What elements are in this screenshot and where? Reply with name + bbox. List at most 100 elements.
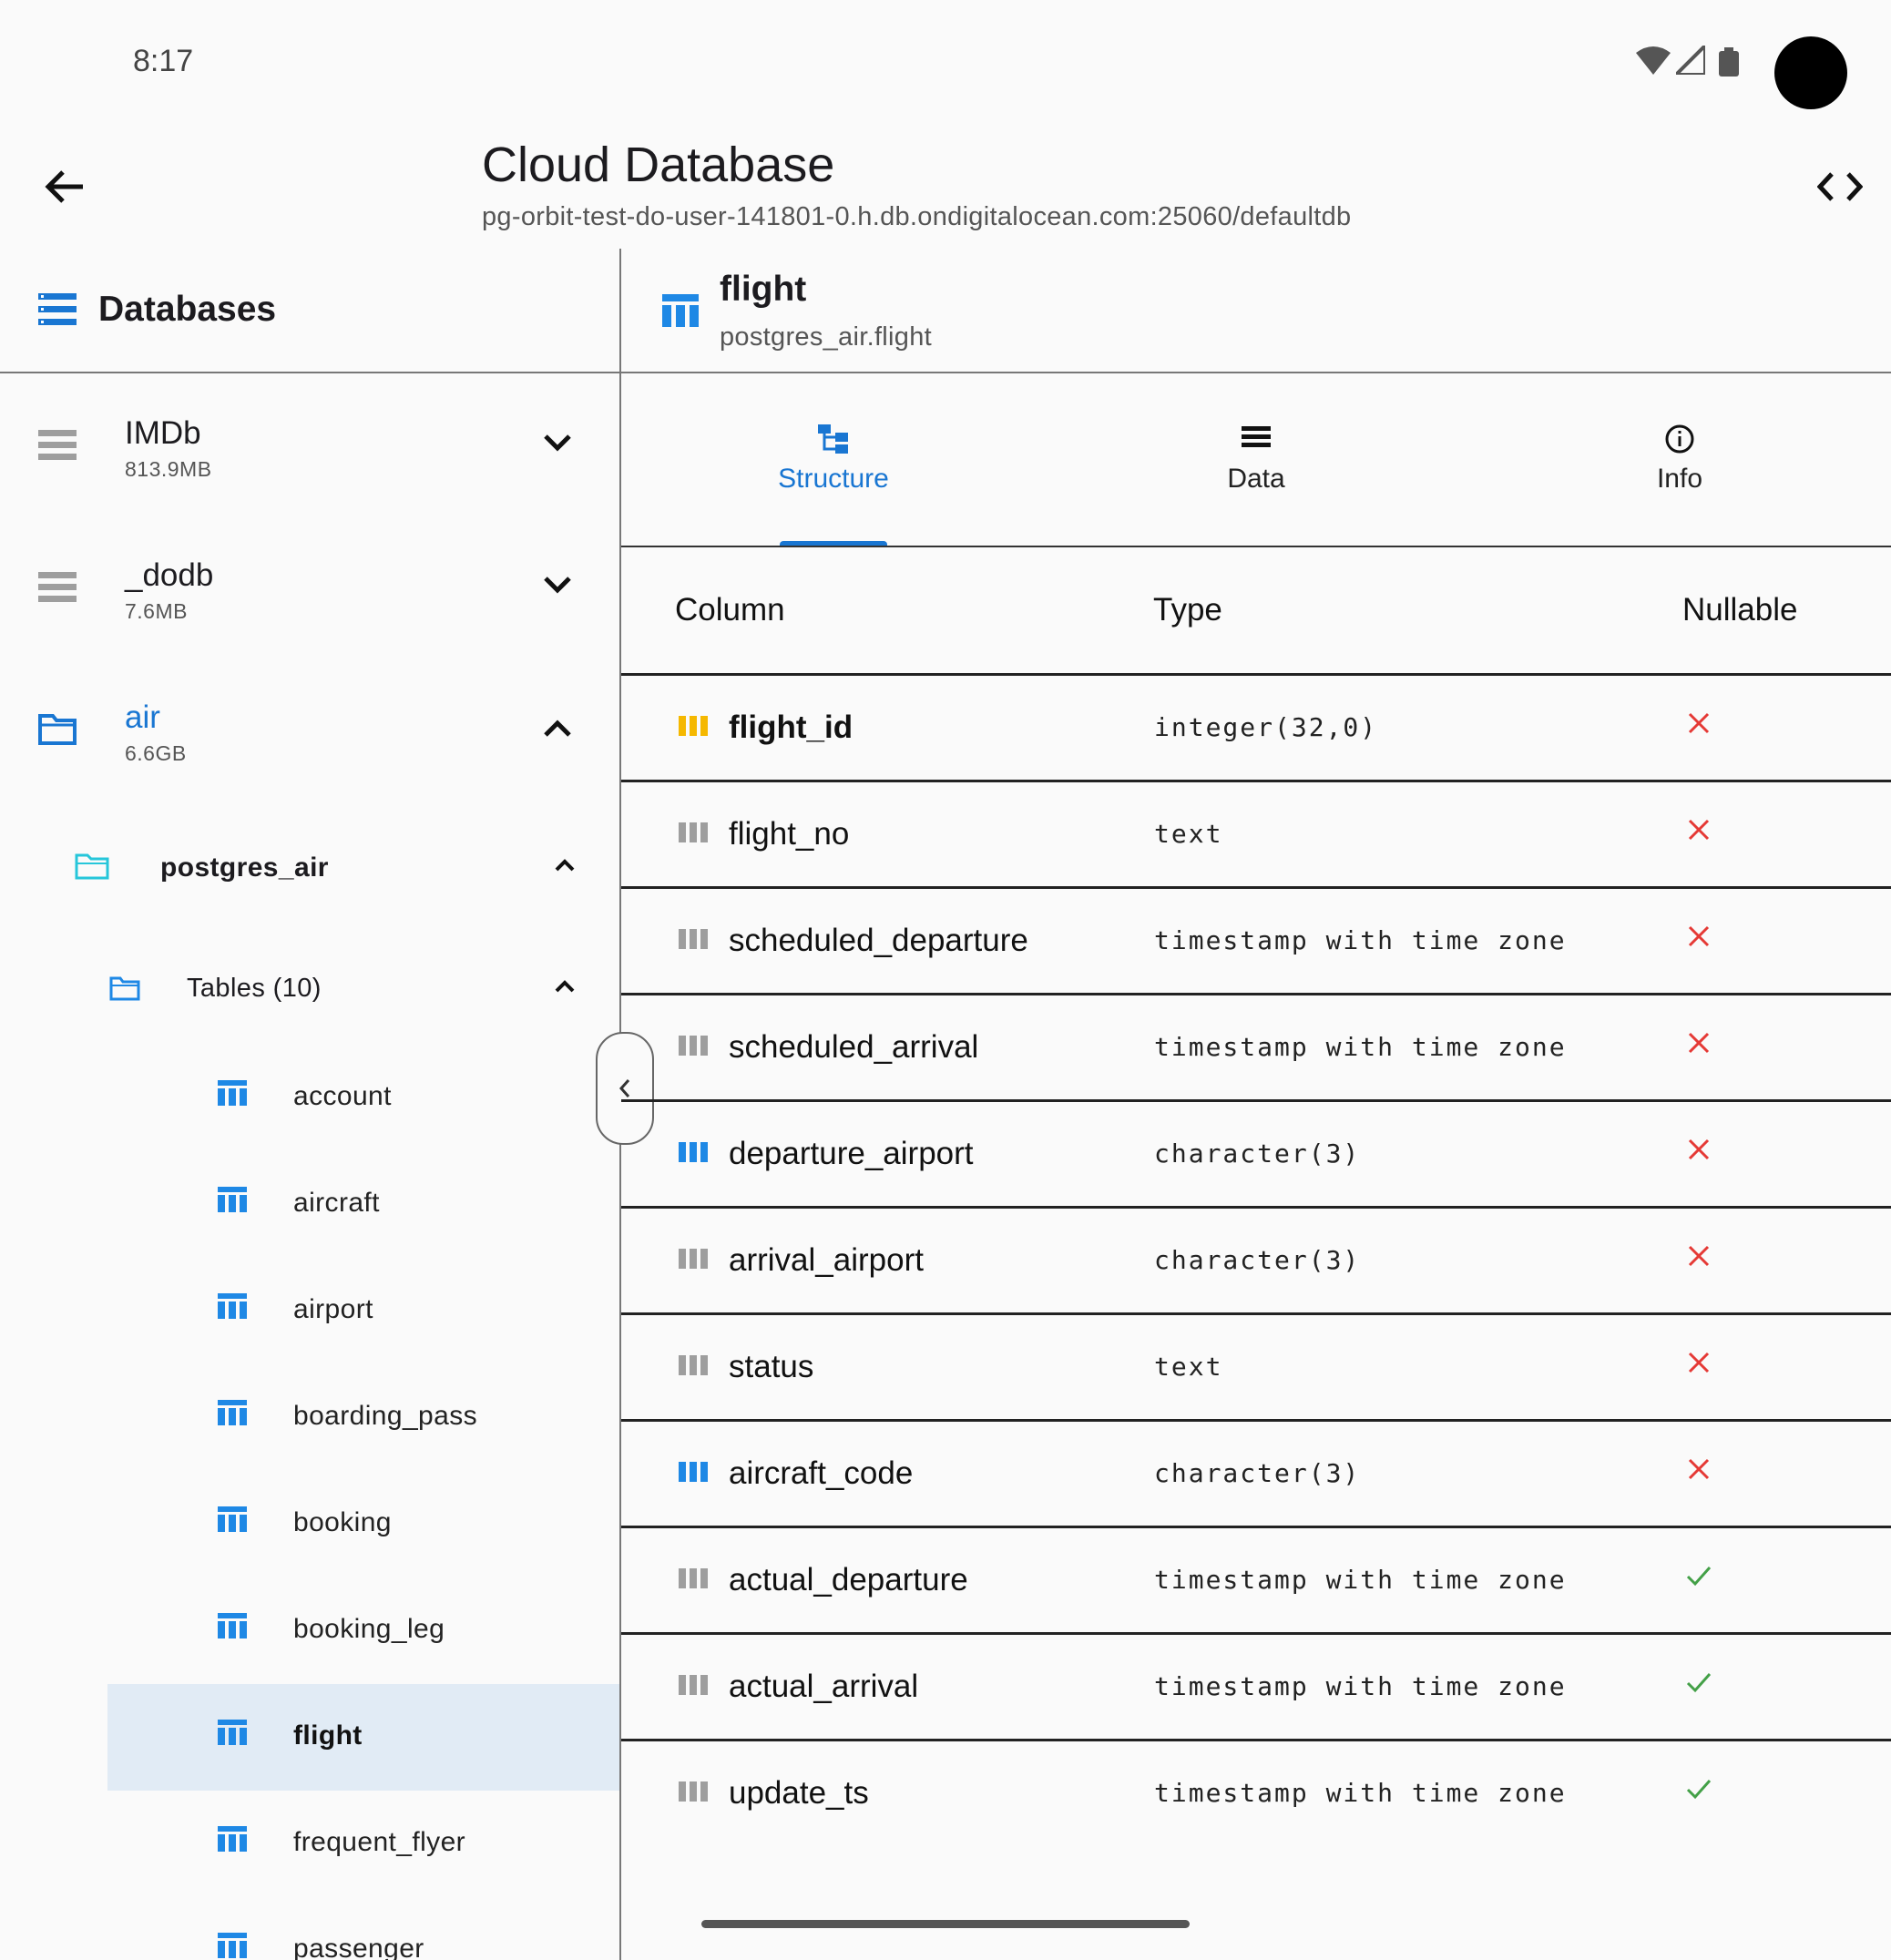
table-item-aircraft[interactable]: aircraft bbox=[107, 1151, 619, 1258]
code-icon bbox=[1817, 172, 1863, 201]
column-icon bbox=[679, 822, 708, 847]
table-row[interactable]: flight_no text bbox=[621, 780, 1891, 886]
table-item-account[interactable]: account bbox=[107, 1045, 619, 1151]
table-item-frequent-flyer[interactable]: frequent_flyer bbox=[107, 1791, 619, 1897]
structure-icon bbox=[697, 424, 970, 454]
tables-group-label: Tables (10) bbox=[187, 974, 322, 1003]
scrollbar[interactable] bbox=[701, 1920, 1190, 1928]
tables-group[interactable]: Tables (10) bbox=[91, 943, 619, 1034]
table-row[interactable]: aircraft_code character(3) bbox=[621, 1419, 1891, 1526]
table-row[interactable]: flight_id integer(32,0) bbox=[621, 673, 1891, 780]
column-type: character(3) bbox=[1154, 1458, 1361, 1488]
database-item-air[interactable]: air 6.6GB bbox=[0, 676, 619, 785]
table-row[interactable]: departure_airport character(3) bbox=[621, 1099, 1891, 1206]
signal-icon bbox=[1671, 41, 1707, 79]
table-icon bbox=[217, 1506, 248, 1537]
chevron-up-icon[interactable] bbox=[543, 718, 572, 742]
schema-item-postgres-air[interactable]: postgres_air bbox=[55, 820, 619, 911]
column-name: flight_no bbox=[729, 816, 850, 852]
tab-info[interactable]: Info bbox=[1543, 424, 1816, 542]
row-divider bbox=[621, 1526, 1891, 1528]
close-icon bbox=[1685, 1136, 1712, 1168]
check-icon bbox=[1685, 1669, 1712, 1700]
back-button[interactable] bbox=[33, 155, 97, 219]
table-row[interactable]: scheduled_arrival timestamp with time zon… bbox=[621, 993, 1891, 1099]
column-icon bbox=[679, 1249, 708, 1273]
row-divider bbox=[621, 1419, 1891, 1422]
tab-label: Data bbox=[1227, 464, 1285, 494]
arrow-back-icon bbox=[45, 170, 83, 203]
database-item-dodb[interactable]: _dodb 7.6MB bbox=[0, 534, 619, 643]
folder-open-icon bbox=[38, 712, 77, 750]
table-icon bbox=[217, 1612, 248, 1644]
database-item-imdb[interactable]: IMDb 813.9MB bbox=[0, 392, 619, 501]
column-name: scheduled_arrival bbox=[729, 1029, 979, 1065]
table-icon bbox=[217, 1079, 248, 1111]
divider bbox=[621, 372, 1891, 373]
column-icon bbox=[679, 1355, 708, 1380]
table-row[interactable]: update_ts timestamp with time zone bbox=[621, 1739, 1891, 1845]
row-divider bbox=[621, 993, 1891, 995]
table-item-passenger[interactable]: passenger bbox=[107, 1897, 619, 1960]
column-icon bbox=[679, 1675, 708, 1700]
tab-data[interactable]: Data bbox=[1119, 424, 1393, 542]
column-icon bbox=[679, 929, 708, 954]
folder-icon bbox=[109, 975, 140, 1006]
table-name: boarding_pass bbox=[293, 1401, 478, 1431]
chevron-up-icon[interactable] bbox=[554, 979, 576, 998]
table-icon bbox=[217, 1186, 248, 1218]
row-divider bbox=[621, 1632, 1891, 1635]
chevron-up-icon[interactable] bbox=[554, 858, 576, 877]
column-name: status bbox=[729, 1349, 814, 1384]
close-icon bbox=[1685, 1242, 1712, 1274]
table-row[interactable]: scheduled_departure timestamp with time z… bbox=[621, 886, 1891, 993]
table-item-booking[interactable]: booking bbox=[107, 1471, 619, 1577]
column-type: timestamp with time zone bbox=[1154, 925, 1567, 955]
column-type: timestamp with time zone bbox=[1154, 1778, 1567, 1808]
table-item-airport[interactable]: airport bbox=[107, 1258, 619, 1364]
column-header-column: Column bbox=[675, 592, 785, 628]
primary-key-column-icon bbox=[679, 716, 708, 740]
table-row[interactable]: actual_departure timestamp with time zone bbox=[621, 1526, 1891, 1632]
row-divider bbox=[621, 1206, 1891, 1209]
sql-editor-button[interactable] bbox=[1808, 155, 1872, 219]
column-type: text bbox=[1154, 819, 1223, 849]
row-divider bbox=[621, 673, 1891, 676]
chevron-down-icon[interactable] bbox=[543, 576, 572, 600]
table-item-flight[interactable]: flight bbox=[107, 1684, 619, 1791]
column-name: departure_airport bbox=[729, 1136, 974, 1171]
check-icon bbox=[1685, 1775, 1712, 1807]
row-divider bbox=[621, 886, 1891, 889]
close-icon bbox=[1685, 1455, 1712, 1487]
database-name: _dodb bbox=[125, 557, 214, 593]
database-size: 813.9MB bbox=[125, 457, 212, 481]
column-icon bbox=[679, 1781, 708, 1806]
column-type: character(3) bbox=[1154, 1245, 1361, 1275]
divider bbox=[0, 372, 619, 373]
database-name: air bbox=[125, 699, 160, 735]
chevron-down-icon[interactable] bbox=[543, 434, 572, 458]
table-icon bbox=[217, 1932, 248, 1960]
column-type: integer(32,0) bbox=[1154, 712, 1378, 742]
table-item-boarding-pass[interactable]: boarding_pass bbox=[107, 1364, 619, 1471]
column-type: timestamp with time zone bbox=[1154, 1671, 1567, 1701]
column-name: flight_id bbox=[729, 709, 854, 745]
table-item-booking-leg[interactable]: booking_leg bbox=[107, 1577, 619, 1684]
tab-structure[interactable]: Structure bbox=[697, 424, 970, 542]
close-icon bbox=[1685, 816, 1712, 848]
column-name: update_ts bbox=[729, 1775, 869, 1811]
info-icon bbox=[1543, 424, 1816, 454]
table-row[interactable]: arrival_airport character(3) bbox=[621, 1206, 1891, 1312]
column-name: actual_departure bbox=[729, 1562, 968, 1598]
table-icon bbox=[217, 1292, 248, 1324]
table-path: postgres_air.flight bbox=[720, 322, 932, 352]
column-icon bbox=[679, 1568, 708, 1593]
column-type: timestamp with time zone bbox=[1154, 1032, 1567, 1062]
status-time: 8:17 bbox=[133, 44, 194, 78]
tab-label: Structure bbox=[778, 464, 889, 494]
table-name: booking bbox=[293, 1507, 392, 1537]
close-icon bbox=[1685, 923, 1712, 954]
column-name: aircraft_code bbox=[729, 1455, 914, 1491]
table-row[interactable]: status text bbox=[621, 1312, 1891, 1419]
table-row[interactable]: actual_arrival timestamp with time zone bbox=[621, 1632, 1891, 1739]
